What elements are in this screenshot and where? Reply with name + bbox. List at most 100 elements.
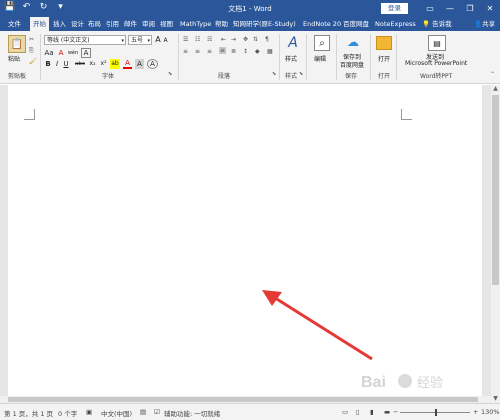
phonetic-guide-button[interactable]: wén (67, 48, 79, 58)
format-painter-icon[interactable]: 🖌 (29, 58, 37, 65)
tab-noteexpress[interactable]: NoteExpress (375, 17, 416, 31)
underline-button[interactable]: U (62, 59, 70, 69)
proofing-icon[interactable]: ▣ (86, 408, 92, 416)
find-icon[interactable]: ⌕ (314, 35, 330, 51)
open-button-label[interactable]: 打开 (378, 54, 390, 63)
hscroll-thumb[interactable] (8, 397, 478, 402)
read-mode-icon[interactable]: ▯ (356, 408, 360, 416)
multilevel-list-icon[interactable]: ☵ (207, 36, 212, 43)
print-layout-icon[interactable]: ▮ (370, 408, 374, 416)
align-left-icon[interactable]: ≡ (183, 48, 188, 55)
vertical-scrollbar[interactable]: ▲ ▼ (491, 85, 500, 403)
distributed-icon[interactable]: ≣ (231, 48, 236, 55)
clear-format-button[interactable]: A (57, 48, 65, 58)
accessibility-status[interactable]: 辅助功能: 一切就绪 (164, 408, 220, 418)
scroll-up-icon[interactable]: ▲ (491, 85, 500, 93)
paragraph-dialog-launcher-icon[interactable]: ⬊ (272, 71, 276, 77)
zoom-level[interactable]: 130% (481, 408, 500, 416)
numbering-icon[interactable]: ☷ (195, 36, 200, 43)
zoom-in-button[interactable]: + (473, 408, 478, 416)
superscript-button[interactable]: x² (99, 59, 108, 69)
save-to-line2[interactable]: 百度网盘 (340, 60, 364, 69)
font-dialog-launcher-icon[interactable]: ⬊ (168, 71, 172, 77)
align-right-icon[interactable]: ≡ (207, 48, 212, 55)
bullets-icon[interactable]: ☰ (183, 36, 188, 43)
scroll-thumb[interactable] (492, 95, 499, 285)
page-count[interactable]: 第 1 页，共 1 页 (4, 408, 53, 418)
tab-cnki[interactable]: 知网研学(原E-Study) (233, 17, 296, 31)
tab-mailings[interactable]: 邮件 (124, 17, 137, 31)
bold-button[interactable]: B (44, 59, 52, 69)
tab-help[interactable]: 帮助 (215, 17, 228, 31)
shrink-font-button[interactable]: A (162, 36, 169, 46)
tab-design[interactable]: 设计 (71, 17, 84, 31)
web-layout-icon[interactable]: ▬ (384, 408, 390, 416)
tab-home[interactable]: 开始 (30, 17, 49, 31)
horizontal-scrollbar[interactable] (0, 396, 491, 403)
send-to-ppt-icon[interactable]: ▤ (428, 35, 446, 51)
tab-insert[interactable]: 插入 (53, 17, 66, 31)
align-center-icon[interactable]: ≡ (195, 48, 200, 55)
font-name-select[interactable]: 等线 (中文正文) ▾ (44, 35, 126, 45)
sort-icon[interactable]: ⇅ (253, 36, 258, 43)
highlight-button[interactable]: ab (110, 59, 120, 69)
line-spacing-icon[interactable]: ↕ (243, 48, 248, 55)
close-button[interactable]: ✕ (480, 0, 500, 17)
tab-review[interactable]: 审阅 (142, 17, 155, 31)
word-count[interactable]: 0 个字 (58, 408, 77, 418)
send-to-line2[interactable]: Microsoft PowerPoint (405, 60, 467, 67)
tab-file[interactable]: 文件 (8, 17, 21, 31)
open-folder-icon[interactable] (376, 36, 392, 50)
tab-mathtype[interactable]: MathType (180, 17, 211, 31)
italic-button[interactable]: I (53, 59, 61, 69)
justify-icon[interactable]: ≡ (219, 47, 227, 54)
tab-layout[interactable]: 布局 (88, 17, 101, 31)
macro-icon[interactable]: ▤ (140, 408, 146, 416)
ribbon: 📋 粘贴 ✂ ⎘ 🖌 剪贴板 等线 (中文正文) ▾ 五号 ▾ A A Aa A w… (0, 31, 500, 84)
tab-endnote[interactable]: EndNote 20 (303, 17, 341, 31)
styles-button-label[interactable]: 样式 (285, 54, 297, 63)
scroll-down-icon[interactable]: ▼ (491, 395, 500, 403)
subscript-button[interactable]: x₂ (88, 59, 97, 69)
cut-icon[interactable]: ✂ (29, 36, 34, 43)
minimize-button[interactable]: — (440, 0, 460, 17)
zoom-slider-knob[interactable] (435, 409, 437, 416)
share-button[interactable]: 👤共享 (474, 17, 495, 31)
decrease-indent-icon[interactable]: ⇤ (221, 36, 226, 43)
person-icon: 👤 (474, 20, 483, 28)
chevron-down-icon: ▾ (147, 38, 150, 44)
font-color-button[interactable]: A (123, 59, 132, 69)
restore-button[interactable]: ❐ (460, 0, 480, 17)
grow-font-button[interactable]: A (154, 35, 162, 45)
shading-icon[interactable]: ◆ (255, 48, 260, 55)
tab-view[interactable]: 视图 (160, 17, 173, 31)
strikethrough-button[interactable]: abc (74, 59, 86, 69)
paste-icon[interactable]: 📋 (8, 35, 26, 53)
open-group-label: 打开 (378, 73, 391, 80)
login-button[interactable]: 登录 (381, 3, 408, 14)
language-indicator[interactable]: 中文(中国) (101, 408, 132, 418)
enclose-char-button[interactable]: A (147, 59, 158, 69)
collapse-ribbon-icon[interactable]: ⌃ (490, 71, 495, 78)
focus-mode-icon[interactable]: ▭ (342, 408, 348, 416)
increase-indent-icon[interactable]: ⇥ (231, 36, 236, 43)
chinese-layout-icon[interactable]: ✥ (243, 36, 248, 43)
tab-baidu[interactable]: 百度网盘 (343, 17, 369, 31)
borders-icon[interactable]: ▦ (267, 48, 273, 55)
zoom-out-button[interactable]: − (393, 408, 398, 416)
char-border-button[interactable]: A (81, 48, 91, 58)
change-case-button[interactable]: Aa (44, 48, 54, 58)
cloud-save-icon[interactable]: ☁ (345, 35, 361, 49)
tell-me-search[interactable]: 💡 告诉我 (422, 17, 452, 31)
editing-button-label[interactable]: 编辑 (314, 54, 326, 63)
styles-dialog-launcher-icon[interactable]: ⬊ (299, 71, 303, 77)
show-marks-icon[interactable]: ¶ (265, 36, 269, 43)
paste-button-label[interactable]: 粘贴 (8, 54, 20, 63)
char-shading-button[interactable]: A (135, 59, 144, 69)
copy-icon[interactable]: ⎘ (29, 47, 34, 55)
tab-references[interactable]: 引用 (106, 17, 119, 31)
font-size-select[interactable]: 五号 ▾ (128, 35, 152, 45)
ribbon-display-icon[interactable]: ▭ (420, 0, 440, 17)
group-divider (370, 34, 371, 80)
styles-icon[interactable]: A (285, 35, 301, 51)
